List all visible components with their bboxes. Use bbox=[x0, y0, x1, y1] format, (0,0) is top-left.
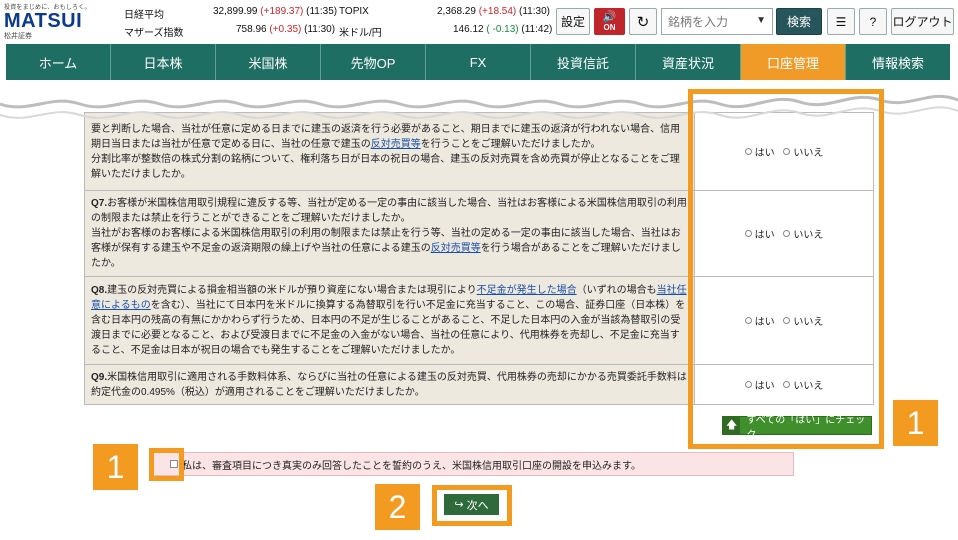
help-button[interactable]: ? bbox=[859, 8, 887, 35]
index-mothers-time: (11:30) bbox=[304, 24, 336, 35]
matsui-logo[interactable]: 投資をまじめに、おもしろく。 MATSUI 松井証券 bbox=[4, 2, 104, 42]
index-usdjpy-time: (11:42) bbox=[521, 24, 553, 35]
refresh-icon: ↻ bbox=[636, 13, 650, 31]
shortfall-link[interactable]: 不足金が発生した場合 bbox=[477, 285, 577, 296]
logo-brand: MATSUI bbox=[4, 10, 83, 32]
main-nav: ホーム 日本株 米国株 先物OP FX 投資信託 資産状況 口座管理 情報検索 bbox=[6, 44, 950, 80]
index-topix-name: TOPIX bbox=[339, 6, 369, 17]
search-button[interactable]: 検索 bbox=[776, 8, 822, 35]
index-usdjpy-name: 米ドル/円 bbox=[339, 28, 382, 39]
tab-home[interactable]: ホーム bbox=[6, 44, 111, 80]
index-nikkei-value: 32,899.99 bbox=[213, 6, 258, 17]
search-input[interactable]: 銘柄を入力 ▼ bbox=[661, 8, 773, 35]
question-number: Q8. bbox=[91, 285, 108, 296]
callout-number: 1 bbox=[93, 444, 138, 490]
question-text-part: を含む）、当社にて日本円を米ドルに換算する為替取引を行い不足金に充当すること、こ… bbox=[91, 300, 686, 356]
index-usdjpy: 146.12 ( -0.13) (11:42) bbox=[453, 24, 552, 35]
menu-button[interactable]: ☰ bbox=[827, 8, 855, 35]
question-number: Q9. bbox=[91, 371, 108, 383]
index-nikkei-name: 日経平均 bbox=[124, 10, 164, 21]
question-text-part: 分割比率が整数倍の株式分割の銘柄について、権利落ち日が日本の祝日の場合、建玉の反… bbox=[91, 153, 680, 180]
tab-assets[interactable]: 資産状況 bbox=[636, 44, 741, 80]
speaker-icon: 🔊 bbox=[602, 10, 617, 23]
sound-status: ON bbox=[603, 22, 616, 32]
callout-number: 1 bbox=[893, 400, 938, 446]
highlight-answers-frame bbox=[688, 89, 884, 449]
question-text: Q7.お客様が米国株信用取引規程に違反する等、当社が定める一定の事由に該当した場… bbox=[84, 190, 695, 277]
refresh-button[interactable]: ↻ bbox=[629, 8, 657, 35]
search-placeholder: 銘柄を入力 bbox=[668, 15, 729, 29]
tab-info-search[interactable]: 情報検索 bbox=[846, 44, 950, 80]
header: 投資をまじめに、おもしろく。 MATSUI 松井証券 日経平均 32,899.9… bbox=[0, 0, 958, 44]
index-mothers-value: 758.96 bbox=[236, 24, 267, 35]
question-text-part: 建玉の反対売買による損金相当額の米ドルが預り資産にない場合または現引により bbox=[107, 285, 477, 296]
chevron-down-icon: ▼ bbox=[756, 15, 766, 26]
agreement-text: 私は、審査項目につき真実のみ回答したことを誓約のうえ、米国株信用取引口座の開設を… bbox=[182, 460, 641, 472]
agreement-box: 私は、審査項目につき真実のみ回答したことを誓約のうえ、米国株信用取引口座の開設を… bbox=[153, 452, 794, 476]
highlight-checkbox-frame bbox=[149, 448, 184, 481]
logout-button[interactable]: ログアウト bbox=[891, 8, 954, 35]
sound-toggle[interactable]: 🔊 ON bbox=[594, 8, 625, 35]
question-text-part: 米国株信用取引に適用される手数料体系、ならびに当社の任意による建玉の反対売買、代… bbox=[91, 371, 687, 398]
index-usdjpy-value: 146.12 bbox=[453, 24, 484, 35]
index-topix: 2,368.29 (+18.54) (11:30) bbox=[437, 6, 550, 17]
screen: 投資をまじめに、おもしろく。 MATSUI 松井証券 日経平均 32,899.9… bbox=[0, 0, 958, 540]
reverse-trade-link[interactable]: 反対売買等 bbox=[431, 243, 481, 254]
tab-futures-options[interactable]: 先物OP bbox=[321, 44, 426, 80]
index-nikkei: 32,899.99 (+189.37) (11:35) bbox=[213, 6, 337, 17]
index-nikkei-time: (11:35) bbox=[306, 6, 338, 17]
question-text: Q9.米国株信用取引に適用される手数料体系、ならびに当社の任意による建玉の反対売… bbox=[84, 364, 695, 405]
index-usdjpy-change: ( -0.13) bbox=[486, 24, 519, 35]
index-mothers-change: (+0.35) bbox=[269, 24, 302, 35]
question-number: Q7. bbox=[91, 198, 108, 209]
tab-mutual-funds[interactable]: 投資信託 bbox=[531, 44, 636, 80]
index-mothers: 758.96 (+0.35) (11:30) bbox=[236, 24, 335, 35]
settings-button[interactable]: 設定 bbox=[556, 8, 590, 35]
callout-number: 2 bbox=[375, 484, 420, 530]
tab-fx[interactable]: FX bbox=[426, 44, 531, 80]
tab-us-stock[interactable]: 米国株 bbox=[216, 44, 321, 80]
reverse-trade-link[interactable]: 反対売買等 bbox=[371, 139, 421, 150]
question-text: Q8.建玉の反対売買による損金相当額の米ドルが預り資産にない場合または現引により… bbox=[84, 276, 695, 365]
index-topix-value: 2,368.29 bbox=[437, 6, 476, 17]
list-menu-icon: ☰ bbox=[835, 14, 847, 29]
question-text: 要と判断した場合、当社が任意に定める日までに建玉の返済を行う必要があること、期日… bbox=[84, 112, 695, 191]
tab-account[interactable]: 口座管理 bbox=[741, 44, 846, 80]
logo-sub: 松井証券 bbox=[4, 33, 32, 40]
index-topix-change: (+18.54) bbox=[478, 6, 517, 17]
index-nikkei-change: (+189.37) bbox=[260, 6, 304, 17]
index-mothers-name: マザーズ指数 bbox=[124, 28, 184, 39]
question-text-part: を行うことをご理解いただけましたか。 bbox=[420, 138, 601, 150]
highlight-next-frame bbox=[432, 485, 512, 526]
index-topix-time: (11:30) bbox=[519, 6, 550, 17]
question-text-part: お客様が米国株信用取引規程に違反する等、当社が定める一定の事由に該当した場合、当… bbox=[91, 198, 687, 224]
tab-japan-stock[interactable]: 日本株 bbox=[111, 44, 216, 80]
question-text-part: （いずれの場合も bbox=[576, 285, 657, 296]
